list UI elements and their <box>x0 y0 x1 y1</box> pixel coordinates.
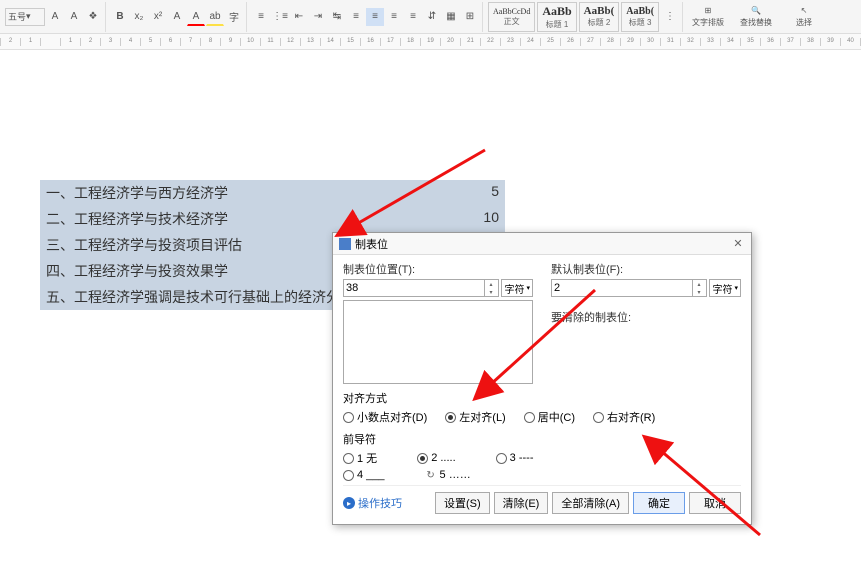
align-justify-icon[interactable]: ≡ <box>404 8 422 26</box>
leader-label: 前导符 <box>343 431 741 447</box>
tips-link[interactable]: ▸操作技巧 <box>343 492 402 514</box>
font-group: 五号▾ A A ❖ <box>2 2 106 32</box>
paragraph-group: ≡ ⋮≡ ⇤ ⇥ ↹ ≡ ≡ ≡ ≡ ⇵ ▦ ⊞ <box>249 2 483 32</box>
spin-up-icon[interactable]: ▴ <box>692 280 704 288</box>
dialog-app-icon <box>339 238 351 250</box>
spin-down-icon[interactable]: ▾ <box>484 288 496 296</box>
style-more-icon[interactable]: ⋮ <box>661 8 679 26</box>
sub-icon[interactable]: x₂ <box>130 8 148 26</box>
align-right-icon[interactable]: ≡ <box>385 8 403 26</box>
text-layout-button[interactable]: ⊞ 文字排版 <box>685 2 731 32</box>
unit-combo-2[interactable]: 字符▾ <box>709 279 741 297</box>
leader-2-radio[interactable]: 2 ..... <box>417 450 455 466</box>
highlight-icon[interactable]: ab <box>206 8 224 26</box>
font-style-group: B x₂ x² A A ab 字 <box>108 2 247 32</box>
clear-button[interactable]: 清除(E) <box>494 492 549 514</box>
tab-list[interactable] <box>343 300 533 384</box>
line-spacing-icon[interactable]: ⇵ <box>423 8 441 26</box>
align-decimal-radio[interactable]: 小数点对齐(D) <box>343 409 427 425</box>
leader-4-radio[interactable]: 4 ___ <box>343 469 385 481</box>
style-h3[interactable]: AaBb(标题 3 <box>621 2 659 32</box>
align-center-radio[interactable]: 居中(C) <box>524 409 575 425</box>
align-left-icon[interactable]: ≡ <box>347 8 365 26</box>
ok-button[interactable]: 确定 <box>633 492 685 514</box>
text-layout-icon: ⊞ <box>705 6 712 15</box>
unit-combo[interactable]: 字符▾ <box>501 279 533 297</box>
bold-icon[interactable]: B <box>111 8 129 26</box>
leader-1-radio[interactable]: 1 无 <box>343 450 377 466</box>
default-tab-input[interactable]: 2 ▴▾ <box>551 279 707 297</box>
decrease-font-icon[interactable]: A <box>65 8 83 26</box>
find-replace-button[interactable]: 🔍 查找替换 <box>733 2 779 32</box>
tab-pos-input[interactable]: 38 ▴▾ <box>343 279 499 297</box>
ruler: 2112345678910111213141516171819202122232… <box>0 34 861 50</box>
indent-dec-icon[interactable]: ⇤ <box>290 8 308 26</box>
leader-3-radio[interactable]: 3 ---- <box>496 450 534 466</box>
dialog-title: 制表位 <box>355 236 388 252</box>
numbering-icon[interactable]: ⋮≡ <box>271 8 289 26</box>
font-size-combo[interactable]: 五号▾ <box>5 8 45 26</box>
color-icon[interactable]: A <box>187 8 205 26</box>
tab-stops-dialog: 制表位 ✕ 制表位位置(T): 38 ▴▾ 字符▾ 默认制表位 <box>332 232 752 525</box>
align-left-radio[interactable]: 左对齐(L) <box>445 409 505 425</box>
close-icon[interactable]: ✕ <box>731 237 745 251</box>
alignment-label: 对齐方式 <box>343 390 741 406</box>
indent-inc-icon[interactable]: ⇥ <box>309 8 327 26</box>
style-h2[interactable]: AaBb(标题 2 <box>579 2 620 32</box>
style-h1[interactable]: AaBb标题 1 <box>537 2 576 32</box>
align-right-radio[interactable]: 右对齐(R) <box>593 409 655 425</box>
tab-icon[interactable]: ↹ <box>328 8 346 26</box>
char-border-icon[interactable]: 字 <box>225 8 243 26</box>
ribbon-toolbar: 五号▾ A A ❖ B x₂ x² A A ab 字 ≡ ⋮≡ ⇤ ⇥ ↹ ≡ … <box>0 0 861 34</box>
border-icon[interactable]: ⊞ <box>461 8 479 26</box>
spin-up-icon[interactable]: ▴ <box>484 280 496 288</box>
increase-font-icon[interactable]: A <box>46 8 64 26</box>
cancel-button[interactable]: 取消 <box>689 492 741 514</box>
set-button[interactable]: 设置(S) <box>435 492 490 514</box>
dialog-titlebar[interactable]: 制表位 ✕ <box>333 233 751 255</box>
align-center-icon[interactable]: ≡ <box>366 8 384 26</box>
leader-5-radio[interactable]: ↻5 …… <box>425 469 471 481</box>
default-tab-label: 默认制表位(F): <box>551 261 741 277</box>
reload-icon: ↻ <box>425 469 437 481</box>
clear-format-icon[interactable]: ❖ <box>84 8 102 26</box>
cursor-icon: ↖ <box>801 6 808 15</box>
shading-icon[interactable]: ▦ <box>442 8 460 26</box>
bullets-icon[interactable]: ≡ <box>252 8 270 26</box>
page-area: 一、工程经济学与西方经济学5 二、工程经济学与技术经济学10 三、工程经济学与投… <box>0 50 861 580</box>
tab-pos-label: 制表位位置(T): <box>343 261 533 277</box>
doc-line[interactable]: 二、工程经济学与技术经济学10 <box>40 206 505 232</box>
case-icon[interactable]: A <box>168 8 186 26</box>
clear-all-button[interactable]: 全部清除(A) <box>552 492 629 514</box>
sup-icon[interactable]: x² <box>149 8 167 26</box>
spin-down-icon[interactable]: ▾ <box>692 288 704 296</box>
clear-label: 要清除的制表位: <box>551 309 741 325</box>
styles-group: AaBbCcDd正文 AaBb标题 1 AaBb(标题 2 AaBb(标题 3 … <box>485 2 683 32</box>
doc-line[interactable]: 一、工程经济学与西方经济学5 <box>40 180 505 206</box>
find-icon: 🔍 <box>751 6 761 15</box>
select-button[interactable]: ↖ 选择 <box>781 2 827 32</box>
style-normal[interactable]: AaBbCcDd正文 <box>488 2 535 32</box>
info-icon: ▸ <box>343 497 355 509</box>
